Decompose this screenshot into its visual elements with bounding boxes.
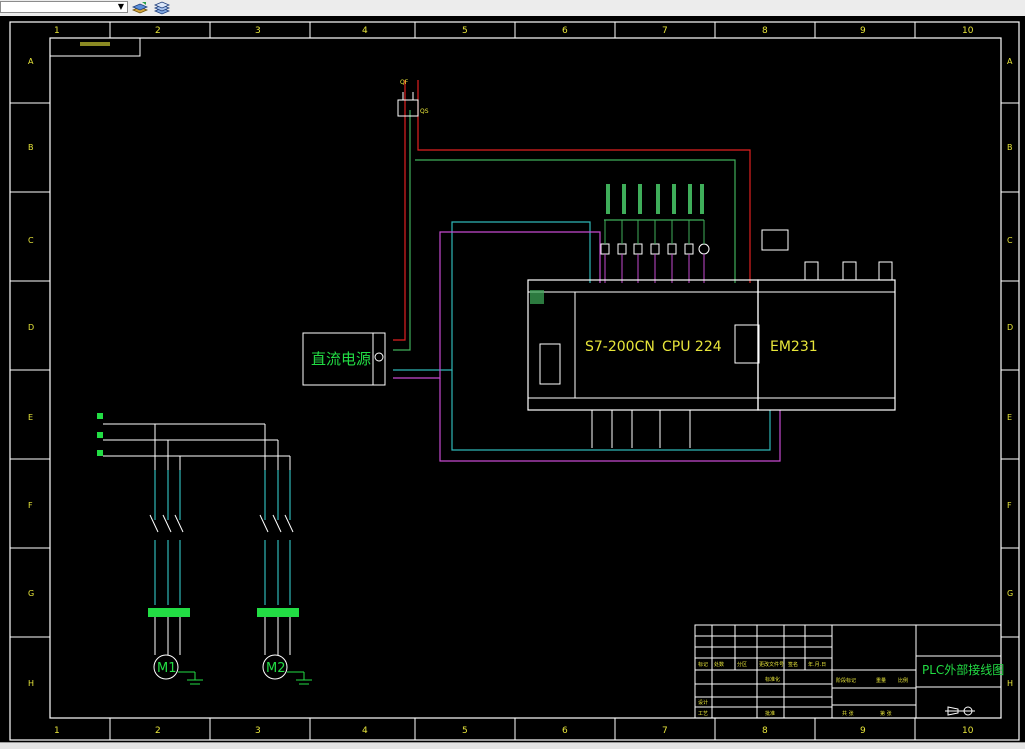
cpu-model-label: CPU 224 xyxy=(662,339,722,355)
drawing-number-box xyxy=(49,37,141,57)
analog-sensors xyxy=(804,261,893,280)
col-label-top: 7 xyxy=(662,26,668,36)
col-label-top: 4 xyxy=(362,26,368,36)
drawing-number-text xyxy=(80,42,110,46)
column-labels: 1 2 3 4 5 6 7 8 9 10 1 2 3 4 5 6 7 8 9 1… xyxy=(54,26,974,736)
inner-frame xyxy=(49,37,1002,719)
title-cell: 设计 xyxy=(698,699,708,706)
title-cell: 标准化 xyxy=(765,676,780,683)
col-label-bottom: 7 xyxy=(662,726,668,736)
col-label-top: 9 xyxy=(860,26,866,36)
motor-m2-label: M2 xyxy=(266,661,286,676)
plc-output-terminals xyxy=(527,279,759,293)
outer-frame xyxy=(9,21,1020,741)
title-cell: 批准 xyxy=(765,710,775,717)
row-label-left: C xyxy=(28,236,34,245)
layer-properties-icon[interactable] xyxy=(153,0,171,15)
motor-feeders xyxy=(154,470,291,605)
ground-symbols xyxy=(178,671,312,685)
title-cell: 签名 xyxy=(788,661,798,668)
title-cell: 更改文件号 xyxy=(759,661,784,668)
plc-status-leds xyxy=(530,290,544,304)
row-label-right: B xyxy=(1007,143,1013,152)
psu-indicator xyxy=(374,352,384,362)
row-label-right: F xyxy=(1007,501,1012,510)
col-label-bottom: 9 xyxy=(860,726,866,736)
row-label-right: H xyxy=(1007,679,1013,688)
col-label-bottom: 1 xyxy=(54,726,60,736)
col-label-bottom: 5 xyxy=(462,726,468,736)
row-label-left: B xyxy=(28,143,34,152)
drawing-canvas[interactable]: 1 2 3 4 5 6 7 8 9 10 1 2 3 4 5 6 7 8 9 1… xyxy=(0,16,1025,742)
em231-terminals-bottom xyxy=(757,397,896,411)
col-label-bottom: 8 xyxy=(762,726,768,736)
col-label-top: 8 xyxy=(762,26,768,36)
row-label-right: E xyxy=(1007,413,1012,422)
schematic-drawing: 1 2 3 4 5 6 7 8 9 10 1 2 3 4 5 6 7 8 9 1… xyxy=(9,21,1020,741)
row-label-left: H xyxy=(28,679,34,688)
layer-state-icon[interactable] xyxy=(131,0,149,14)
col-label-top: 2 xyxy=(155,26,161,36)
title-cell: 比例 xyxy=(898,677,908,684)
output-loads xyxy=(600,184,710,283)
zone-ticks xyxy=(10,22,1019,740)
col-label-bottom: 10 xyxy=(962,726,974,736)
toolbar: ▼ xyxy=(0,0,1025,17)
signal-wiring-cyan xyxy=(393,221,771,451)
row-label-left: F xyxy=(28,501,33,510)
row-label-left: E xyxy=(28,413,33,422)
power-wiring xyxy=(393,80,751,351)
layer-dropdown[interactable]: ▼ xyxy=(0,1,128,13)
plc-input-terminals xyxy=(527,397,759,411)
row-label-left: A xyxy=(28,57,34,66)
title-cell: 重量 xyxy=(876,677,886,684)
title-cell: 分区 xyxy=(737,661,747,668)
title-block: PLC外部接线图 标记 处数 分区 更改文件号 签名 年.月.日 设计 工艺 标… xyxy=(694,624,1004,719)
projection-symbol-icon xyxy=(945,706,975,716)
row-label-left: D xyxy=(28,323,34,332)
plc-expansion-port xyxy=(734,324,760,364)
title-cell: 标记 xyxy=(698,661,708,668)
col-label-top: 3 xyxy=(255,26,261,36)
plc-model-label: S7-200CN xyxy=(585,339,655,355)
plc-port-rs485 xyxy=(539,343,561,385)
status-strip xyxy=(0,742,1025,749)
title-cell: 工艺 xyxy=(698,711,708,717)
title-cell: 年.月.日 xyxy=(808,661,826,668)
row-label-right: A xyxy=(1007,57,1013,66)
col-label-top: 1 xyxy=(54,26,60,36)
em231-terminals-top xyxy=(757,279,896,293)
row-label-left: G xyxy=(28,589,34,598)
drawing-title: PLC外部接线图 xyxy=(922,662,1004,677)
motor-leads xyxy=(154,617,291,655)
input-switches xyxy=(591,410,691,448)
title-cell: 共 张 xyxy=(842,710,854,717)
col-label-bottom: 2 xyxy=(155,726,161,736)
chevron-down-icon[interactable]: ▼ xyxy=(115,2,127,12)
row-label-right: G xyxy=(1007,589,1013,598)
breaker-tag: QS xyxy=(420,108,429,115)
title-cell: 第 张 xyxy=(880,710,892,717)
col-label-bottom: 3 xyxy=(255,726,261,736)
col-label-top: 5 xyxy=(462,26,468,36)
psu-label: 直流电源 xyxy=(311,350,371,368)
col-label-top: 10 xyxy=(962,26,974,36)
psu-terminal-strip xyxy=(372,332,386,386)
col-label-top: 6 xyxy=(562,26,568,36)
row-label-right: C xyxy=(1007,236,1013,245)
row-label-right: D xyxy=(1007,323,1013,332)
thermal-relays xyxy=(148,608,299,617)
title-cell: 阶段标记 xyxy=(836,677,856,684)
em231-label: EM231 xyxy=(770,339,818,355)
motor-m1-label: M1 xyxy=(157,661,177,676)
breaker-label: QF xyxy=(400,79,409,86)
col-label-bottom: 6 xyxy=(562,726,568,736)
sensor-transmitter xyxy=(761,229,789,251)
col-label-bottom: 4 xyxy=(362,726,368,736)
main-breaker-symbol xyxy=(397,92,419,117)
row-labels: A B C D E F G H A B C D E F G H xyxy=(28,57,1013,688)
three-phase-supply xyxy=(97,413,291,470)
title-cell: 处数 xyxy=(714,661,724,668)
